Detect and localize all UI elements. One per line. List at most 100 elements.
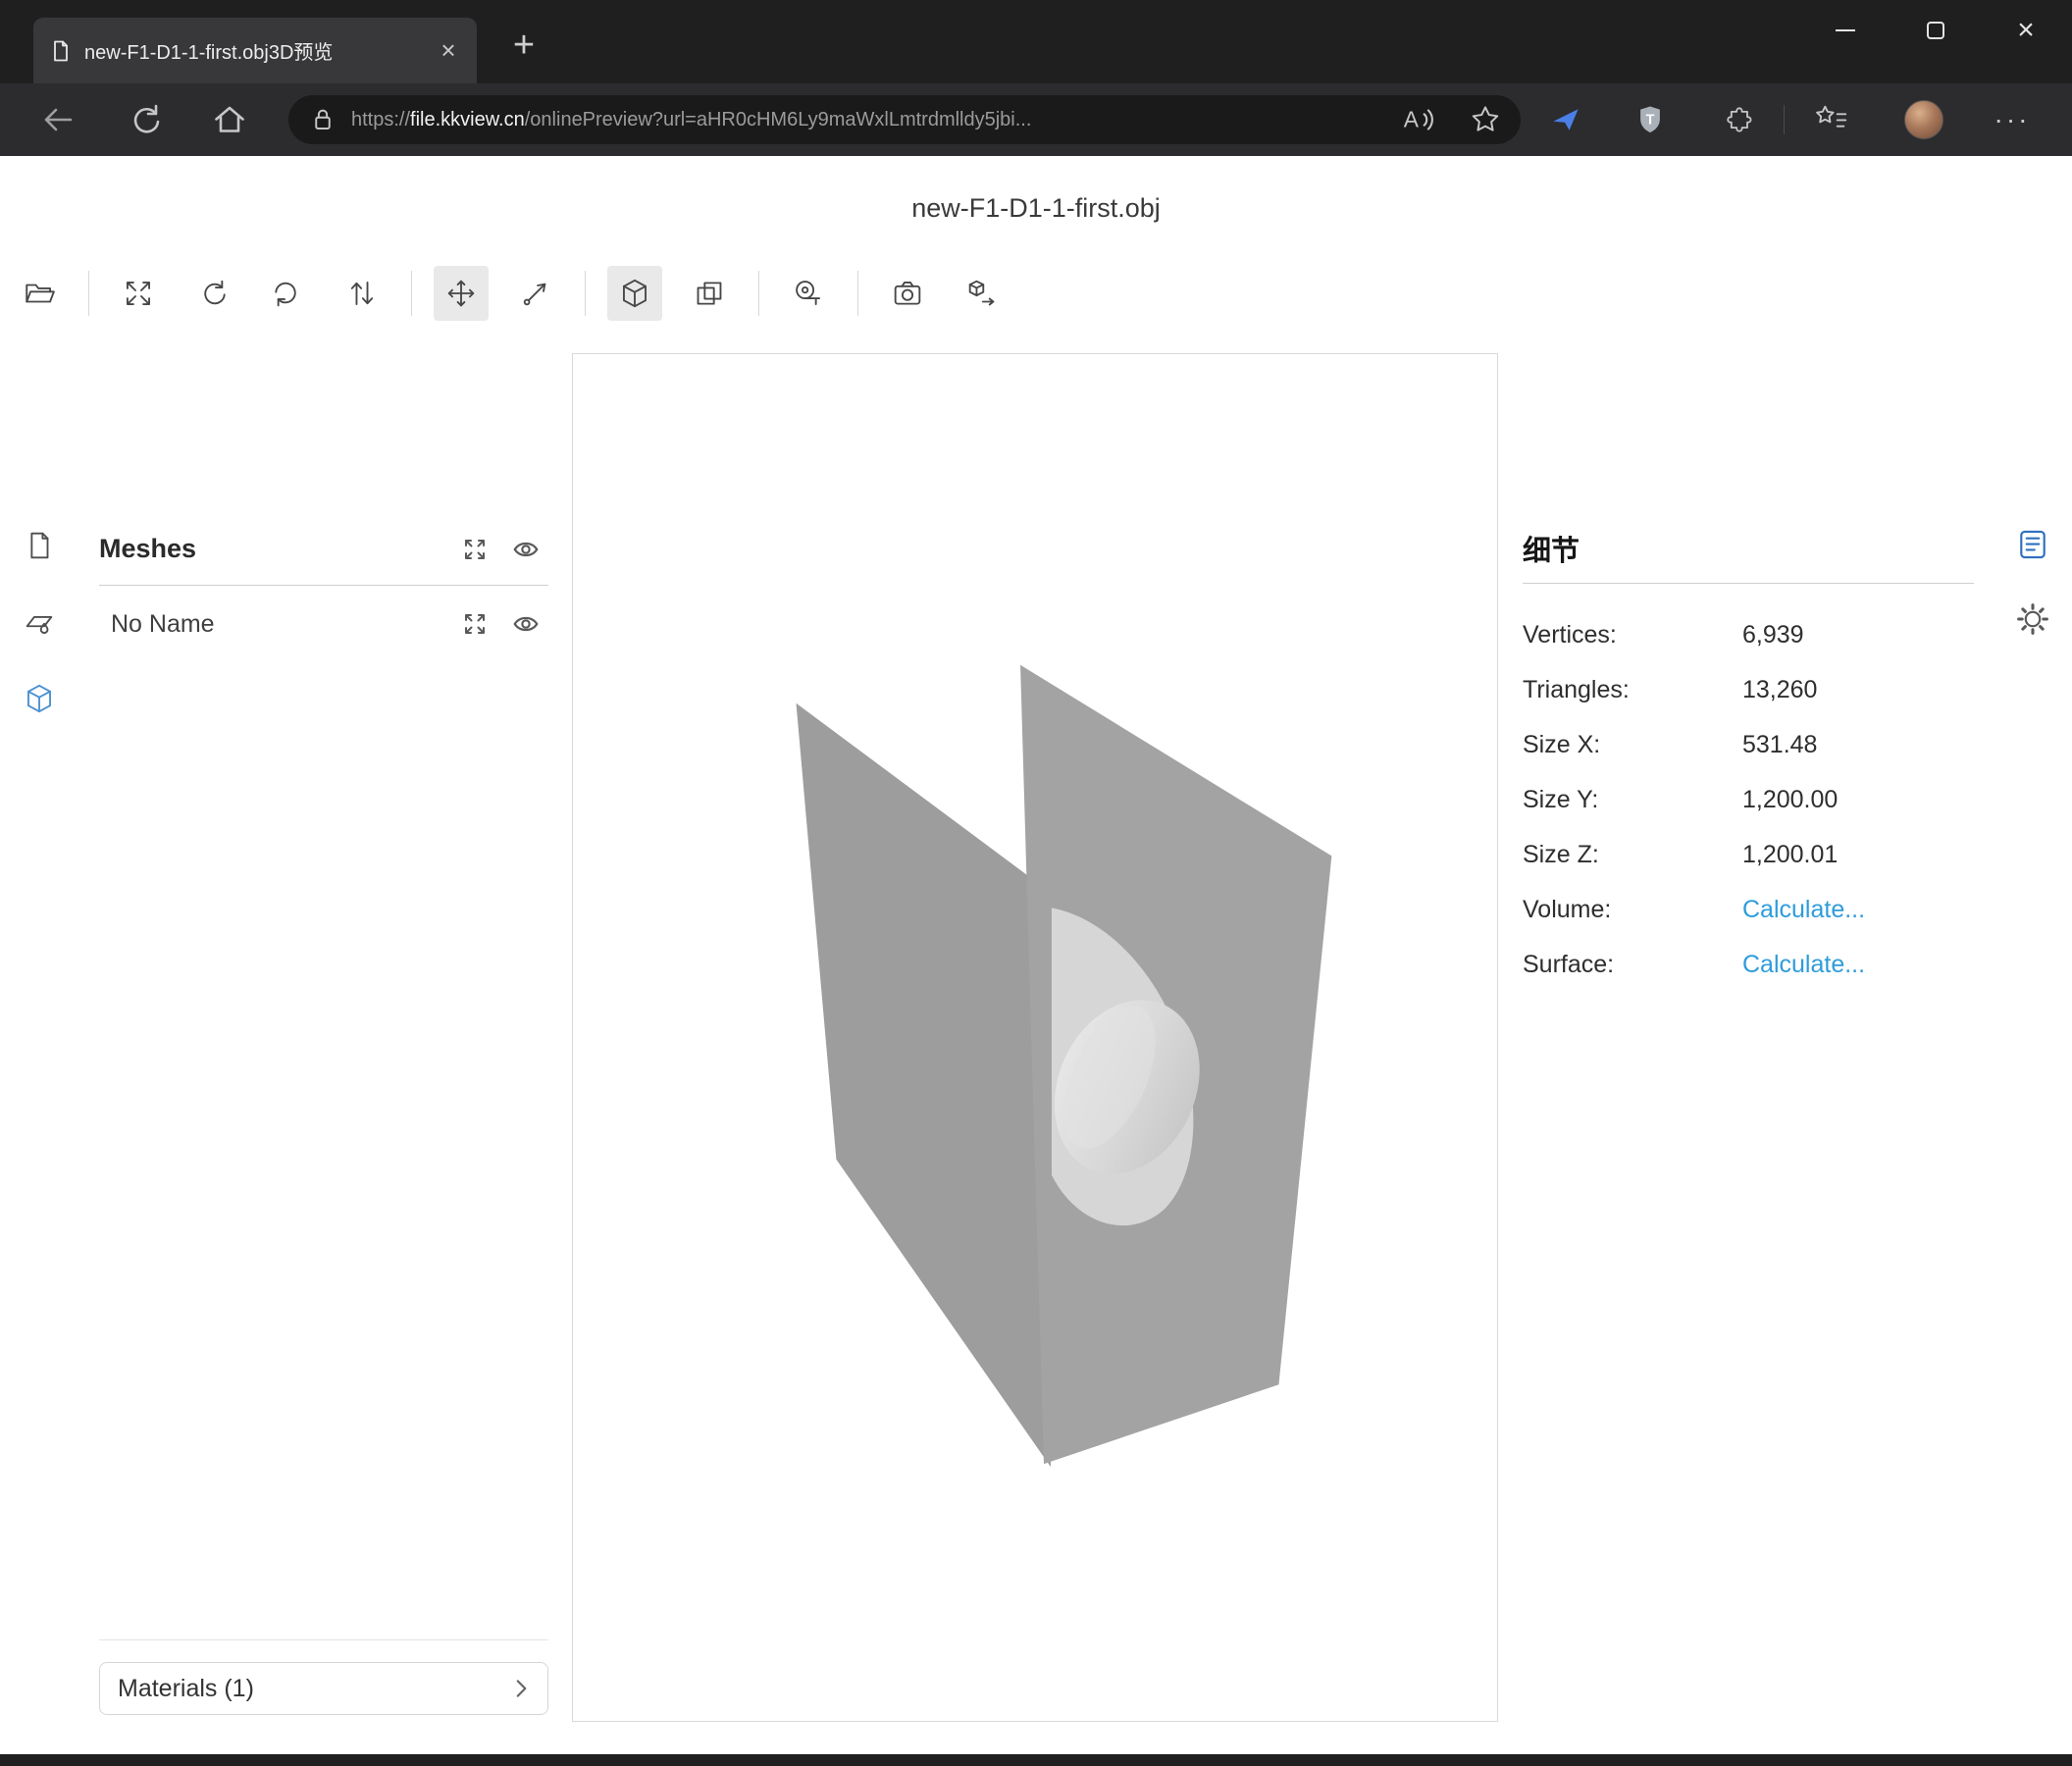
fit-mesh-button[interactable] [460,609,490,639]
extensions-button[interactable] [1718,99,1759,140]
camera-icon [891,277,924,310]
details-value: 13,260 [1742,676,1817,704]
toolbar-separator [411,271,412,316]
eye-icon [512,536,540,563]
refresh-button[interactable] [124,99,165,140]
details-header: 细节 [1523,513,1974,584]
perspective-view-button[interactable] [607,266,662,321]
materials-button[interactable]: Materials (1) [99,1662,548,1715]
svg-text:A: A [1404,107,1420,132]
details-row-vertices: Vertices: 6,939 [1523,607,1974,662]
orthographic-view-button[interactable] [682,266,737,321]
back-arrow-icon [38,100,78,139]
orthographic-cube-icon [693,277,726,310]
details-label: Triangles: [1523,676,1742,704]
details-rows: Vertices: 6,939 Triangles: 13,260 Size X… [1523,607,1974,992]
home-button[interactable] [209,99,250,140]
details-label: Size X: [1523,731,1742,759]
model-render [573,354,1497,1721]
favorite-star-icon[interactable] [1468,102,1503,137]
model-tab[interactable] [23,682,56,715]
toggle-mesh-visibility-button[interactable] [511,609,541,639]
details-panel: 细节 Vertices: 6,939 Triangles: 13,260 Siz… [1523,513,1974,992]
details-label: Size Z: [1523,841,1742,869]
maximize-icon [1927,22,1944,39]
back-button[interactable] [37,99,78,140]
calculate-volume-link[interactable]: Calculate... [1742,896,1865,924]
fullscreen-icon [122,277,155,310]
fit-all-button[interactable] [460,535,490,564]
pan-icon [444,277,478,310]
toggle-all-visibility-button[interactable] [511,535,541,564]
draw-line-button[interactable] [508,266,563,321]
left-rail [0,509,78,715]
read-aloud-icon[interactable]: A [1399,101,1436,138]
svg-text:T: T [1646,113,1655,129]
window-bottom-edge [0,1754,2072,1766]
home-icon [210,100,249,139]
new-tab-button[interactable]: + [502,24,545,67]
model-plane-left [797,703,1053,1467]
viewer-toolbar [12,256,1029,331]
mesh-list-item[interactable]: No Name [99,586,548,662]
details-label: Surface: [1523,951,1742,979]
shield-extension-icon: T [1632,102,1668,137]
details-row-size-x: Size X: 531.48 [1523,717,1974,772]
window-close-button[interactable]: × [1994,0,2058,61]
settings-button[interactable] [2015,601,2050,637]
browser-navbar: https://file.kkview.cn/onlinePreview?url… [0,83,2072,156]
expand-arrows-icon [462,537,488,562]
materials-divider [99,1639,548,1640]
window-maximize-button[interactable] [1903,0,1968,61]
browser-menu-button[interactable]: ··· [1991,83,2034,156]
materials-label: Materials (1) [118,1675,254,1703]
viewport-3d[interactable] [572,353,1498,1722]
url-domain: file.kkview.cn [410,109,525,130]
address-bar[interactable]: https://file.kkview.cn/onlinePreview?url… [288,95,1521,144]
rotate-horizontal-icon [196,277,230,310]
eye-icon [512,610,540,638]
details-title: 细节 [1523,528,1580,569]
measure-button[interactable] [781,266,836,321]
details-label: Volume: [1523,896,1742,924]
extension-button-shield[interactable]: T [1630,99,1671,140]
chevron-right-icon [508,1676,534,1701]
rotate-horizontal-button[interactable] [185,266,240,321]
details-tab[interactable] [2015,527,2050,562]
details-value: 1,200.00 [1742,786,1838,814]
favorites-bar-button[interactable] [1811,99,1852,140]
materials-tab[interactable] [23,605,56,639]
refresh-icon [125,100,164,139]
puzzle-icon [1721,102,1756,137]
blue-extension-icon [1548,102,1583,137]
screenshot-button[interactable] [880,266,935,321]
browser-tab[interactable]: new-F1-D1-1-first.obj3D预览 × [33,18,477,83]
calculate-surface-link[interactable]: Calculate... [1742,951,1865,979]
export-model-button[interactable] [955,266,1010,321]
toolbar-separator [585,271,586,316]
browser-titlebar: new-F1-D1-1-first.obj3D预览 × + × [0,0,2072,83]
flip-vertical-button[interactable] [335,266,389,321]
tab-close-button[interactable]: × [432,34,465,68]
fullscreen-button[interactable] [111,266,166,321]
toolbar-separator [758,271,759,316]
window-minimize-button[interactable] [1813,0,1878,61]
details-row-triangles: Triangles: 13,260 [1523,662,1974,717]
draw-line-icon [519,277,552,310]
rotate-vertical-button[interactable] [260,266,315,321]
pan-button[interactable] [434,266,489,321]
details-label: Size Y: [1523,786,1742,814]
navbar-divider [1784,105,1785,134]
url-path: /onlinePreview?url=aHR0cHM6Ly9maWxlLmtrd… [525,109,1032,130]
details-value: 6,939 [1742,621,1804,649]
open-file-icon [23,277,56,310]
meshes-title: Meshes [99,534,460,564]
file-info-tab[interactable] [23,529,56,562]
export-model-icon [965,277,999,310]
extension-button-blue[interactable] [1545,99,1586,140]
minimize-icon [1836,29,1855,31]
open-file-button[interactable] [12,266,67,321]
page-content: new-F1-D1-1-first.obj [0,156,2072,1754]
details-row-size-z: Size Z: 1,200.01 [1523,827,1974,882]
profile-avatar[interactable] [1904,100,1943,139]
